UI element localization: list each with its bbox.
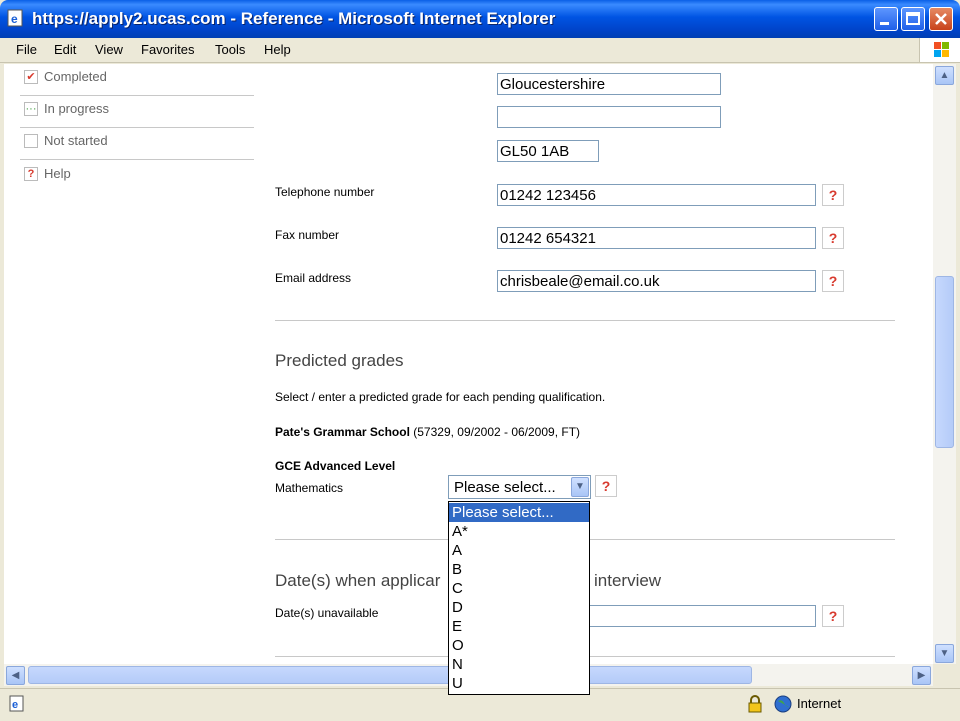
subject-label: Mathematics xyxy=(275,481,344,495)
close-button[interactable] xyxy=(929,7,953,31)
legend-help: ? Help xyxy=(20,160,254,192)
grade-dropdown-list: Please select... A* A B C D E O N U xyxy=(448,501,590,695)
minimize-button[interactable] xyxy=(874,7,898,31)
ie-page-icon: e xyxy=(7,9,23,27)
grade-option[interactable]: U xyxy=(449,674,589,693)
fax-input[interactable] xyxy=(497,227,816,249)
horizontal-scroll-thumb[interactable] xyxy=(28,666,752,684)
dates-help-icon[interactable]: ? xyxy=(822,605,844,627)
fax-help-icon[interactable]: ? xyxy=(822,227,844,249)
predicted-instruction: Select / enter a predicted grade for eac… xyxy=(275,390,606,404)
telephone-help-icon[interactable]: ? xyxy=(822,184,844,206)
checkmark-icon: ✔ xyxy=(24,70,38,84)
scroll-right-icon[interactable]: ▶ xyxy=(912,666,931,685)
email-help-icon[interactable]: ? xyxy=(822,270,844,292)
school-line: Pate's Grammar School (57329, 09/2002 - … xyxy=(275,425,580,439)
chevron-down-icon[interactable]: ▼ xyxy=(571,477,589,497)
fax-label: Fax number xyxy=(275,228,340,242)
security-zone: Internet xyxy=(797,696,842,711)
scroll-down-icon[interactable]: ▼ xyxy=(935,644,954,663)
predicted-grades-heading: Predicted grades xyxy=(275,351,404,370)
dates-unavailable-label: Date(s) unavailable xyxy=(275,606,379,620)
menu-help[interactable]: Help xyxy=(264,42,291,57)
email-label: Email address xyxy=(275,271,352,285)
scroll-left-icon[interactable]: ◀ xyxy=(6,666,25,685)
empty-box-icon xyxy=(24,134,38,148)
grade-help-icon[interactable]: ? xyxy=(595,475,617,497)
grade-option[interactable]: N xyxy=(449,655,589,674)
county-input[interactable] xyxy=(497,73,721,95)
dates-heading-left: Date(s) when applicar xyxy=(275,571,441,590)
legend-not-started-label: Not started xyxy=(44,133,108,148)
postcode-input[interactable] xyxy=(497,140,599,162)
menu-edit[interactable]: Edit xyxy=(54,42,76,57)
grade-option[interactable]: A xyxy=(449,541,589,560)
maximize-icon xyxy=(906,12,920,25)
school-details: (57329, 09/2002 - 06/2009, FT) xyxy=(413,425,581,439)
address-line-input[interactable] xyxy=(497,106,721,128)
legend-completed-label: Completed xyxy=(44,69,107,84)
lock-icon xyxy=(748,695,762,713)
telephone-label: Telephone number xyxy=(275,185,375,199)
help-icon: ? xyxy=(24,167,38,181)
grade-option[interactable]: Please select... xyxy=(449,503,589,522)
legend-help-label: Help xyxy=(44,166,71,181)
minimize-icon xyxy=(880,22,889,25)
window-title: https://apply2.ucas.com - Reference - Mi… xyxy=(32,9,556,28)
menu-view[interactable]: View xyxy=(95,42,123,57)
email-input[interactable] xyxy=(497,270,816,292)
svg-text:e: e xyxy=(11,12,18,26)
page-icon: e xyxy=(9,695,24,712)
legend-not-started: Not started xyxy=(20,127,254,160)
grade-option[interactable]: C xyxy=(449,579,589,598)
grade-select-value: Please select... xyxy=(454,479,556,496)
title-bar: e https://apply2.ucas.com - Reference - … xyxy=(0,0,960,38)
windows-logo-icon xyxy=(919,38,960,62)
dates-heading-right: interview xyxy=(594,571,662,590)
globe-icon xyxy=(774,695,792,713)
grade-select[interactable]: Please select... ▼ xyxy=(448,475,591,499)
dots-icon: ··· xyxy=(24,102,38,116)
grade-option[interactable]: B xyxy=(449,560,589,579)
grade-option[interactable]: D xyxy=(449,598,589,617)
menu-bar: File Edit View Favorites Tools Help xyxy=(0,38,960,63)
telephone-input[interactable] xyxy=(497,184,816,206)
close-icon xyxy=(935,13,947,25)
scroll-up-icon[interactable]: ▲ xyxy=(935,66,954,85)
menu-favorites[interactable]: Favorites xyxy=(141,42,194,57)
school-name: Pate's Grammar School xyxy=(275,425,410,439)
qualification-title: GCE Advanced Level xyxy=(275,459,396,473)
divider xyxy=(275,320,895,321)
vertical-scroll-thumb[interactable] xyxy=(935,276,954,448)
svg-text:e: e xyxy=(12,699,18,711)
menu-tools[interactable]: Tools xyxy=(215,42,245,57)
menu-file[interactable]: File xyxy=(16,42,37,57)
legend-in-progress-label: In progress xyxy=(44,101,110,116)
legend-in-progress: ··· In progress xyxy=(20,95,254,128)
grade-option[interactable]: E xyxy=(449,617,589,636)
scroll-corner xyxy=(933,664,956,686)
grade-option[interactable]: O xyxy=(449,636,589,655)
grade-option[interactable]: A* xyxy=(449,522,589,541)
maximize-button[interactable] xyxy=(901,7,925,31)
legend-completed: ✔ Completed xyxy=(20,64,254,96)
